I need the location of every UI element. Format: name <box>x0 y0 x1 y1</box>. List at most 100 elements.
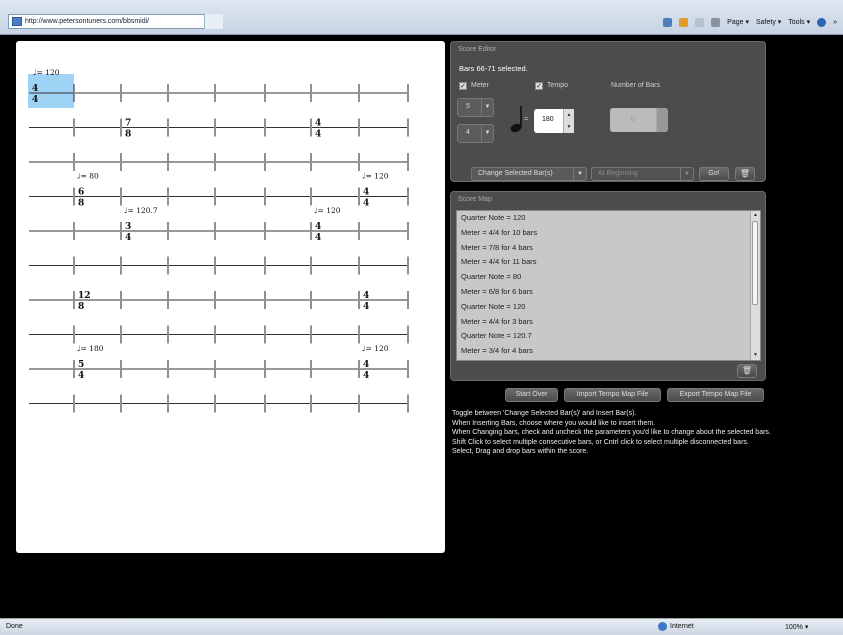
meter-denominator-select[interactable]: 4 ▼ <box>457 124 494 143</box>
bar[interactable] <box>215 81 265 101</box>
tempo-stepper[interactable]: ▲ ▼ <box>563 109 574 133</box>
bar[interactable] <box>28 185 74 205</box>
bar[interactable] <box>265 357 311 377</box>
list-item[interactable]: Quarter Note = 120.7 <box>457 329 760 344</box>
chevron-down-icon[interactable]: ▼ <box>481 125 493 142</box>
print-icon[interactable] <box>711 17 721 27</box>
bar[interactable] <box>215 116 265 136</box>
scroll-up-icon[interactable]: ▲ <box>751 211 760 220</box>
bar[interactable] <box>359 254 408 274</box>
tempo-value[interactable]: 180 <box>542 116 554 123</box>
bar[interactable] <box>28 219 74 239</box>
bar[interactable] <box>359 323 408 343</box>
home-icon[interactable] <box>663 17 673 27</box>
bar[interactable] <box>215 185 265 205</box>
bar[interactable] <box>28 116 74 136</box>
bar[interactable] <box>168 185 215 205</box>
bar[interactable] <box>121 323 168 343</box>
bar[interactable] <box>168 288 215 308</box>
score-map-scrollbar[interactable]: ▲ ▼ <box>750 211 760 360</box>
list-item[interactable]: Meter = 3/4 for 4 bars <box>457 344 760 359</box>
mode-dropdown[interactable]: Change Selected Bar(s) ▼ <box>471 167 587 181</box>
bar[interactable] <box>168 116 215 136</box>
chevron-down-icon[interactable]: ▼ <box>481 99 493 116</box>
bar[interactable] <box>168 81 215 101</box>
bar[interactable] <box>28 323 74 343</box>
bar[interactable] <box>359 392 408 412</box>
tools-menu[interactable]: Tools ▾ <box>788 18 810 26</box>
bar[interactable] <box>215 254 265 274</box>
bar[interactable] <box>311 81 359 101</box>
bar[interactable] <box>311 185 359 205</box>
bar[interactable] <box>359 116 408 136</box>
meter-numerator-select[interactable]: 5 ▼ <box>457 98 494 117</box>
tempo-input[interactable]: 180 ▲ ▼ <box>534 109 574 133</box>
bar[interactable] <box>121 185 168 205</box>
bar[interactable] <box>215 392 265 412</box>
score-view[interactable]: ♩= 120 4 4 7 8 4 4 ♩= 80 6 8 ♩= 120 4 4 ♩= 120.7 3 4 ♩= … <box>16 41 445 553</box>
score-staff[interactable]: ♩= 120447844♩= 8068♩= 12044♩= 120.734♩= … <box>16 41 445 553</box>
bar[interactable] <box>121 81 168 101</box>
help-icon[interactable] <box>817 17 827 27</box>
bar[interactable] <box>265 150 311 170</box>
go-button[interactable]: Go! <box>699 167 729 181</box>
bar[interactable] <box>28 254 74 274</box>
export-tempo-map-button[interactable]: Export Tempo Map File <box>667 388 764 402</box>
bar[interactable] <box>168 254 215 274</box>
bar[interactable] <box>215 288 265 308</box>
bar[interactable] <box>359 150 408 170</box>
list-item[interactable]: Meter = 7/8 for 4 bars <box>457 241 760 256</box>
bar[interactable] <box>28 288 74 308</box>
bar[interactable] <box>121 357 168 377</box>
bar[interactable] <box>168 323 215 343</box>
more-chevron-icon[interactable]: » <box>833 19 837 26</box>
bar[interactable] <box>168 357 215 377</box>
scroll-down-icon[interactable]: ▼ <box>751 351 760 360</box>
meter-checkbox[interactable]: ✓ <box>459 82 467 90</box>
bar[interactable] <box>168 219 215 239</box>
bar[interactable] <box>74 219 121 239</box>
bar[interactable] <box>28 392 74 412</box>
bar[interactable] <box>121 288 168 308</box>
bar[interactable] <box>74 392 121 412</box>
list-item[interactable]: Meter = 4/4 for 10 bars <box>457 226 760 241</box>
start-over-button[interactable]: Start Over <box>505 388 558 402</box>
feeds-icon[interactable] <box>679 17 689 27</box>
scroll-thumb[interactable] <box>752 221 758 305</box>
bar[interactable] <box>265 116 311 136</box>
bar[interactable] <box>74 254 121 274</box>
chevron-down-icon[interactable]: ▼ <box>573 168 586 180</box>
bar[interactable] <box>215 150 265 170</box>
bar[interactable] <box>215 357 265 377</box>
new-tab-button[interactable] <box>204 14 223 29</box>
bar[interactable] <box>215 219 265 239</box>
page-menu[interactable]: Page ▾ <box>727 18 749 26</box>
bar[interactable] <box>265 81 311 101</box>
bar[interactable] <box>168 392 215 412</box>
bar[interactable] <box>265 185 311 205</box>
address-url[interactable]: http://www.petersontuners.com/bbsmidi/ <box>25 16 149 27</box>
score-map-list[interactable]: Quarter Note = 120 Meter = 4/4 for 10 ba… <box>456 210 761 361</box>
delete-map-entry-button[interactable]: 🗑 <box>737 364 757 378</box>
import-tempo-map-button[interactable]: Import Tempo Map File <box>564 388 661 402</box>
mail-icon[interactable] <box>695 17 705 27</box>
bar[interactable] <box>215 323 265 343</box>
list-item[interactable]: Quarter Note = 120 <box>457 211 760 226</box>
bar[interactable] <box>265 323 311 343</box>
bar[interactable] <box>74 323 121 343</box>
address-bar[interactable]: http://www.petersontuners.com/bbsmidi/ <box>8 14 223 29</box>
bar[interactable] <box>359 81 408 101</box>
bar[interactable] <box>311 288 359 308</box>
bar[interactable] <box>28 150 74 170</box>
bar[interactable] <box>311 392 359 412</box>
bar[interactable] <box>121 150 168 170</box>
tempo-checkbox[interactable]: ✓ <box>535 82 543 90</box>
list-item[interactable]: Quarter Note = 120 <box>457 300 760 315</box>
list-item[interactable]: Quarter Note = 80 <box>457 270 760 285</box>
bar[interactable] <box>311 323 359 343</box>
bar[interactable] <box>311 254 359 274</box>
list-item[interactable]: Meter = 4/4 for 3 bars <box>457 315 760 330</box>
bar[interactable] <box>359 219 408 239</box>
bar[interactable] <box>121 254 168 274</box>
safety-menu[interactable]: Safety ▾ <box>756 18 781 26</box>
